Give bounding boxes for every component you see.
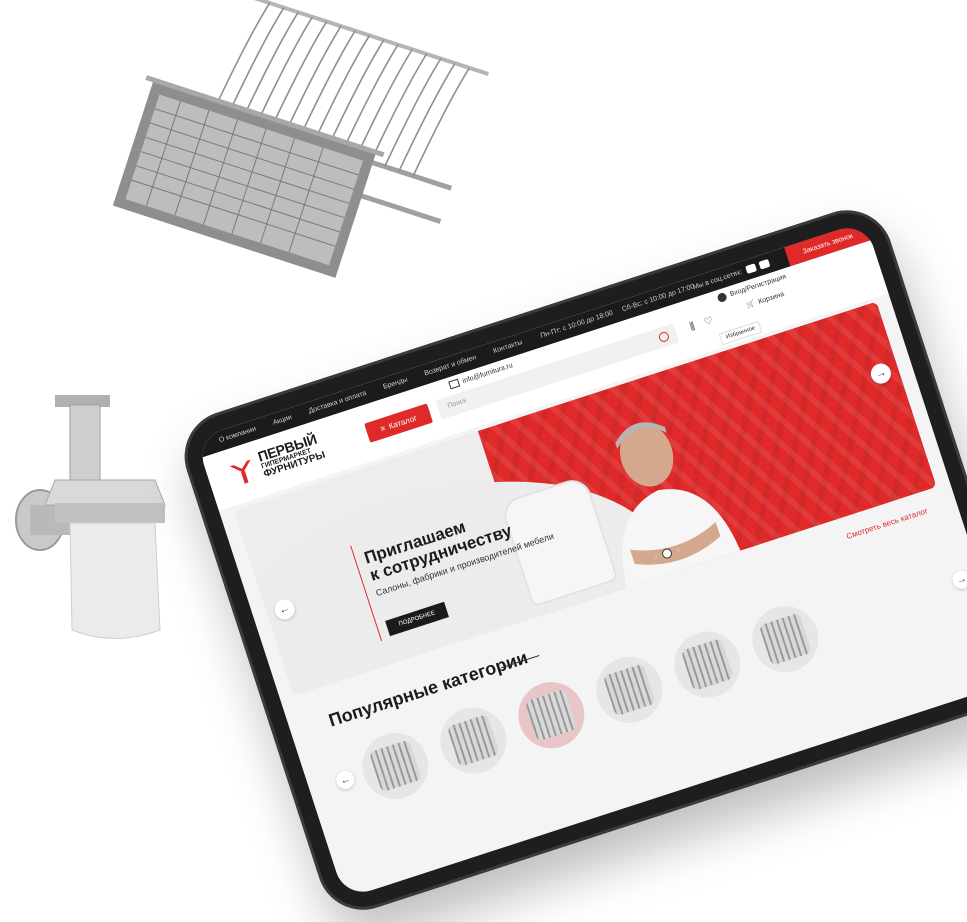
- category-item[interactable]: [509, 673, 593, 757]
- category-item[interactable]: [431, 698, 515, 783]
- cart-icon: 🛒: [745, 300, 756, 310]
- category-image: [524, 688, 578, 742]
- category-image: [446, 714, 500, 767]
- nav-item-promo[interactable]: Акции: [272, 414, 293, 427]
- category-image: [758, 612, 812, 666]
- mail-icon: [448, 378, 461, 390]
- categories-next-arrow-icon[interactable]: →: [950, 568, 967, 592]
- nav-item-contacts[interactable]: Контакты: [492, 339, 523, 355]
- youtube-icon[interactable]: [744, 263, 757, 275]
- cart-link[interactable]: 🛒 Корзина: [745, 290, 785, 310]
- search-placeholder: Поиск: [446, 397, 468, 410]
- user-icon: [716, 291, 728, 304]
- logo-mark-icon: [229, 459, 251, 484]
- search-icon[interactable]: [657, 330, 671, 344]
- category-item[interactable]: [353, 724, 437, 808]
- soap-dispenser-image: [15, 395, 166, 639]
- header-icons: ⫼ ♡: [689, 315, 715, 333]
- catalog-button-label: Каталог: [387, 412, 418, 431]
- vk-icon[interactable]: [757, 259, 770, 270]
- category-image: [602, 663, 656, 717]
- nav-item-brands[interactable]: Бренды: [382, 376, 408, 390]
- category-item[interactable]: [587, 648, 671, 732]
- hero-dot[interactable]: [653, 554, 659, 560]
- catalog-button[interactable]: ≡ Каталог: [364, 403, 434, 443]
- category-image: [680, 638, 734, 691]
- categories-prev-arrow-icon[interactable]: ←: [333, 768, 357, 792]
- compare-icon[interactable]: ⫼: [689, 321, 697, 333]
- hero-dot[interactable]: [675, 547, 681, 553]
- tablet-device: О компании Акции Доставка и оплата Бренд…: [172, 198, 967, 922]
- category-image: [368, 739, 422, 793]
- category-item[interactable]: [743, 597, 827, 681]
- cart-text: Корзина: [757, 290, 785, 306]
- menu-icon: ≡: [379, 423, 387, 434]
- category-item[interactable]: [665, 622, 749, 707]
- website-screen: О компании Акции Доставка и оплата Бренд…: [195, 221, 967, 899]
- heart-icon[interactable]: ♡: [703, 315, 715, 328]
